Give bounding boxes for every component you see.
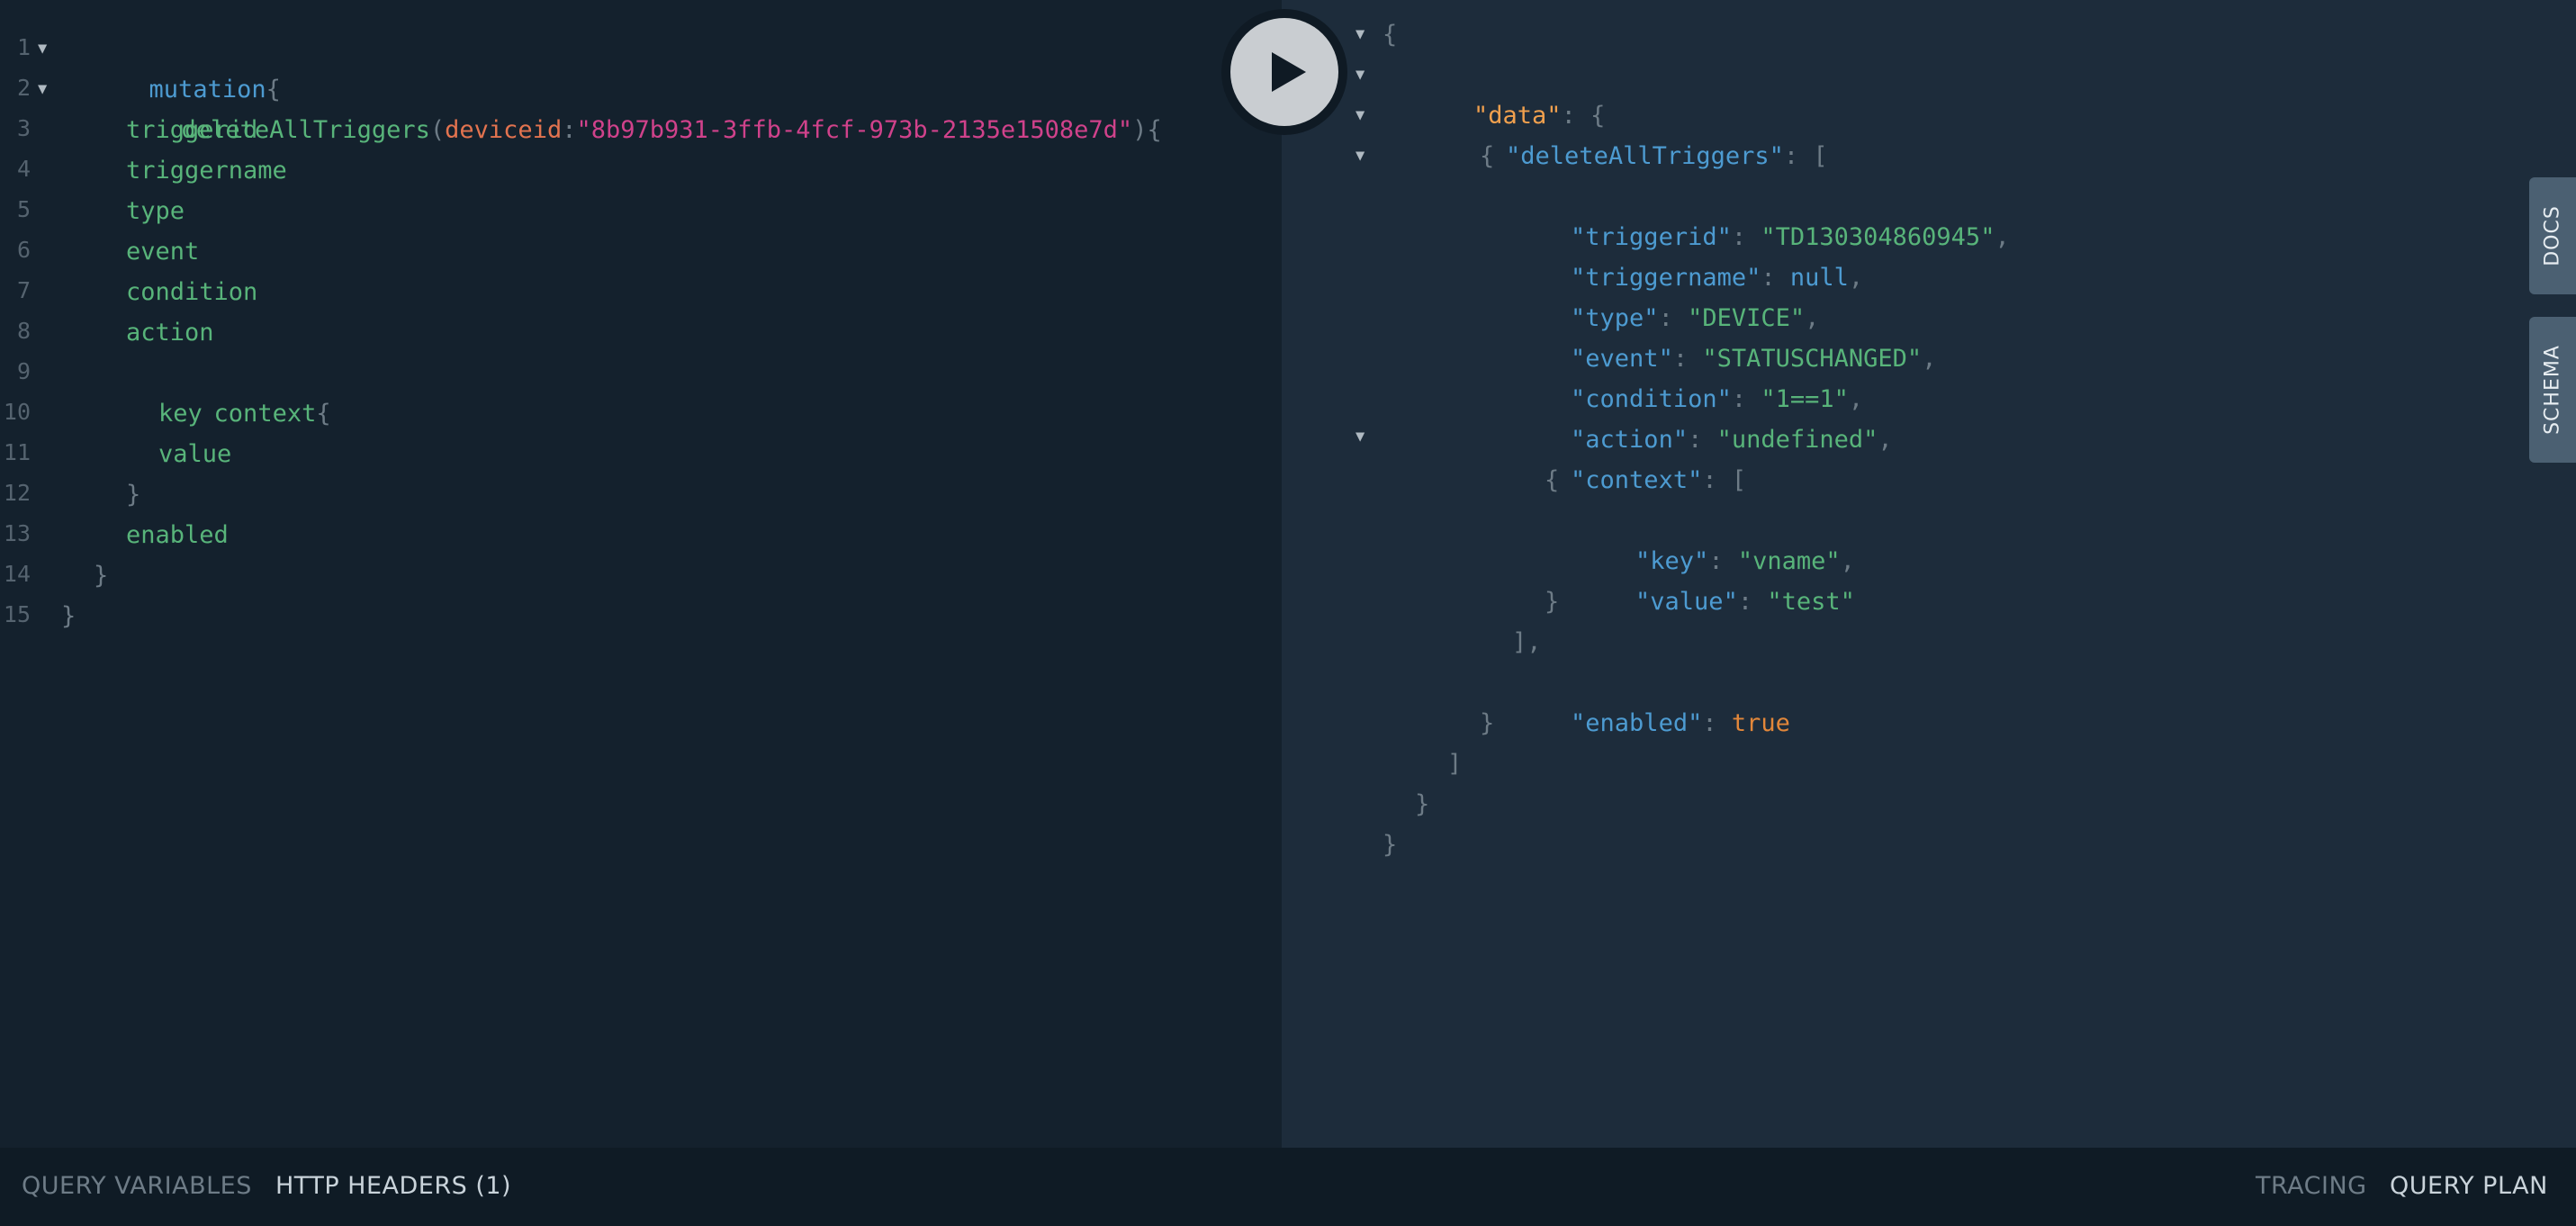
json-brace: {	[1480, 142, 1495, 170]
query-line: deleteAllTriggers(deviceid:"8b97b931-3ff…	[94, 69, 1162, 144]
json-line: "type": "DEVICE",	[1512, 257, 1819, 332]
json-line: "value": "test"	[1577, 541, 1855, 616]
json-bracket: [	[1813, 142, 1828, 170]
docs-tab[interactable]: DOCS	[2529, 177, 2576, 294]
json-bracket: ],	[1512, 628, 1542, 656]
fold-arrow-icon[interactable]: ▼	[1356, 14, 1365, 55]
result-viewer[interactable]: ▼ ▼ ▼ ▼ ▼ { "data": { "deleteAllTriggers…	[1282, 0, 2576, 1148]
json-colon: :	[1702, 709, 1732, 737]
query-field: action	[126, 319, 214, 347]
query-field: context	[213, 400, 317, 428]
colon: :	[562, 116, 577, 144]
line-number: 11	[3, 439, 31, 465]
json-colon: :	[1702, 466, 1732, 494]
schema-tab[interactable]: SCHEMA	[2529, 317, 2576, 463]
query-plan-tab[interactable]: QUERY PLAN	[2390, 1172, 2548, 1200]
json-key: "context"	[1571, 466, 1703, 494]
brace: }	[94, 562, 109, 590]
line-number: 14	[3, 561, 31, 587]
query-variables-tab[interactable]: QUERY VARIABLES	[22, 1172, 252, 1200]
query-line: context{	[126, 353, 331, 428]
line-number: 1	[16, 34, 31, 60]
fold-arrow-icon[interactable]: ▼	[1356, 55, 1365, 95]
fold-arrow-icon[interactable]: ▼	[1356, 417, 1365, 457]
line-number: 6	[16, 237, 31, 263]
json-line: "action": "undefined",	[1512, 379, 1893, 454]
brace: }	[61, 602, 77, 630]
query-line: mutation{	[61, 29, 281, 104]
run-query-button[interactable]	[1230, 18, 1338, 126]
argument-value: "8b97b931-3ffb-4fcf-973b-2135e1508e7d"	[576, 116, 1133, 144]
json-brace: {	[1545, 466, 1560, 494]
line-number: 9	[16, 358, 31, 384]
json-value: true	[1731, 709, 1790, 737]
json-bracket: ]	[1447, 750, 1463, 778]
schema-tab-label: SCHEMA	[2541, 345, 2564, 435]
line-number: 15	[3, 601, 31, 627]
fold-arrow-icon[interactable]: ▼	[38, 69, 47, 110]
json-line: "condition": "1==1",	[1512, 338, 1863, 413]
docs-tab-label: DOCS	[2541, 205, 2564, 266]
json-line: "context": [	[1512, 419, 1746, 494]
json-comma: ,	[1922, 345, 1937, 373]
brace: }	[126, 481, 141, 509]
fold-arrow-icon[interactable]: ▼	[38, 29, 47, 69]
json-line: "data": {	[1415, 55, 1605, 130]
query-field: key	[158, 400, 203, 428]
line-number: 5	[16, 196, 31, 222]
query-field: condition	[126, 278, 258, 306]
json-key: "value"	[1635, 588, 1738, 616]
json-brace: {	[1383, 21, 1398, 49]
fold-arrow-icon[interactable]: ▼	[1356, 95, 1365, 136]
line-number: 4	[16, 156, 31, 182]
json-line: "deleteAllTriggers": [	[1447, 95, 1828, 170]
json-brace: }	[1383, 831, 1398, 859]
json-comma: ,	[1995, 223, 2010, 251]
line-number: 3	[16, 115, 31, 141]
query-field: triggername	[126, 157, 287, 185]
query-field: event	[126, 238, 200, 266]
json-key: "deleteAllTriggers"	[1506, 142, 1784, 170]
json-colon: :	[1783, 142, 1814, 170]
json-line: "event": "STATUSCHANGED",	[1512, 298, 1936, 373]
play-icon	[1272, 52, 1306, 92]
json-comma: ,	[1848, 264, 1864, 292]
paren: (	[429, 116, 446, 144]
query-field: triggerid	[126, 116, 258, 144]
line-number: 12	[3, 480, 31, 506]
json-brace: }	[1480, 709, 1495, 737]
json-brace: }	[1545, 588, 1560, 616]
query-field: value	[158, 440, 232, 468]
json-line: "key": "vname",	[1577, 500, 1855, 575]
bottom-bar: QUERY VARIABLES HTTP HEADERS (1) TRACING…	[0, 1148, 2576, 1226]
paren-brace: ){	[1132, 116, 1162, 144]
json-key: "enabled"	[1571, 709, 1703, 737]
line-number: 8	[16, 318, 31, 344]
json-brace: }	[1415, 790, 1430, 818]
query-editor[interactable]: 1 2 3 4 5 6 7 8 9 10 11 12 13 14 15 ▼ ▼ …	[0, 0, 1282, 1148]
brace: {	[316, 400, 331, 428]
json-colon: :	[1737, 588, 1768, 616]
tracing-tab[interactable]: TRACING	[2256, 1172, 2367, 1200]
line-number: 10	[3, 399, 31, 425]
json-value: "test"	[1767, 588, 1855, 616]
json-bracket: [	[1731, 466, 1747, 494]
query-field: type	[126, 197, 185, 225]
json-line: "triggername": null,	[1512, 217, 1863, 292]
json-comma: ,	[1878, 426, 1893, 454]
line-number: 7	[16, 277, 31, 303]
query-field: enabled	[126, 521, 229, 549]
json-line: "enabled": true	[1512, 663, 1790, 737]
fold-arrow-icon[interactable]: ▼	[1356, 136, 1365, 176]
line-number: 2	[16, 75, 31, 101]
line-number: 13	[3, 520, 31, 546]
http-headers-tab[interactable]: HTTP HEADERS (1)	[275, 1172, 511, 1200]
argument-name: deviceid	[445, 116, 563, 144]
json-line: "triggerid": "TD130304860945",	[1512, 176, 2010, 251]
